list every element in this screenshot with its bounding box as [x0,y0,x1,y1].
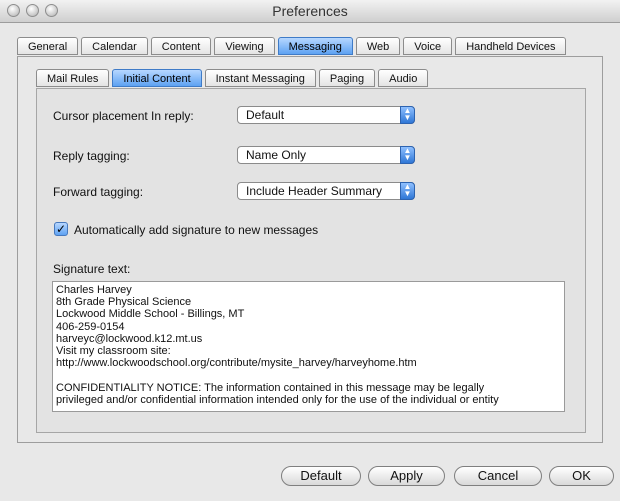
reply-tagging-popup[interactable]: Name Only ▲ ▼ [237,146,415,164]
signature-line: harveyc@lockwood.k12.mt.us [56,332,203,345]
auto-signature-label[interactable]: Automatically add signature to new messa… [74,223,318,237]
preferences-window: Preferences General Calendar Content Vie… [0,0,620,501]
signature-line: Lockwood Middle School - Billings, MT [56,308,245,321]
reply-tagging-value: Name Only [246,148,307,162]
cancel-button[interactable]: Cancel [454,466,542,486]
signature-line: 406-259-0154 [56,320,125,333]
cursor-placement-label: Cursor placement In reply: [53,109,194,123]
title-bar[interactable]: Preferences [0,0,620,23]
popup-arrows-icon: ▲ ▼ [400,146,415,164]
signature-line: privileged and/or confidential informati… [56,393,499,406]
reply-tagging-label: Reply tagging: [53,149,130,163]
subtab-mail-rules[interactable]: Mail Rules [36,69,110,87]
forward-tagging-value: Include Header Summary [246,184,383,198]
signature-line: Charles Harvey [56,284,132,296]
tab-messaging[interactable]: Messaging [277,37,353,55]
cursor-placement-value: Default [246,108,285,122]
popup-arrows-icon: ▲ ▼ [400,106,415,124]
tab-voice[interactable]: Voice [403,37,453,55]
tab-viewing[interactable]: Viewing [214,37,275,55]
top-tabs: General Calendar Content Viewing Messagi… [17,37,569,57]
window-title: Preferences [272,3,348,19]
signature-line: Visit my classroom site: [56,345,171,358]
apply-button[interactable]: Apply [368,466,445,486]
messaging-subtabs: Mail Rules Initial Content Instant Messa… [36,69,431,89]
signature-text-label: Signature text: [53,262,131,276]
auto-signature-checkbox[interactable]: ✓ [54,222,68,236]
subtab-initial-content[interactable]: Initial Content [112,69,202,87]
forward-tagging-label: Forward tagging: [53,185,144,199]
tab-web[interactable]: Web [355,37,401,55]
subtab-audio[interactable]: Audio [378,69,429,87]
subtab-paging[interactable]: Paging [318,69,376,87]
default-button[interactable]: Default [281,466,361,486]
signature-textarea[interactable]: Charles Harvey 8th Grade Physical Scienc… [52,281,565,412]
popup-arrows-icon: ▲ ▼ [400,182,415,200]
signature-line: 8th Grade Physical Science [56,296,192,309]
tab-general[interactable]: General [17,37,79,55]
signature-line [56,369,561,381]
signature-line: http://www.lockwoodschool.org/contribute… [56,357,417,370]
forward-tagging-popup[interactable]: Include Header Summary ▲ ▼ [237,182,415,200]
cursor-placement-popup[interactable]: Default ▲ ▼ [237,106,415,124]
tab-handheld-devices[interactable]: Handheld Devices [455,37,567,55]
tab-content[interactable]: Content [150,37,212,55]
ok-button[interactable]: OK [549,466,614,486]
signature-line: CONFIDENTIALITY NOTICE: The information … [56,381,485,394]
tab-calendar[interactable]: Calendar [81,37,148,55]
subtab-instant-messaging[interactable]: Instant Messaging [204,69,316,87]
